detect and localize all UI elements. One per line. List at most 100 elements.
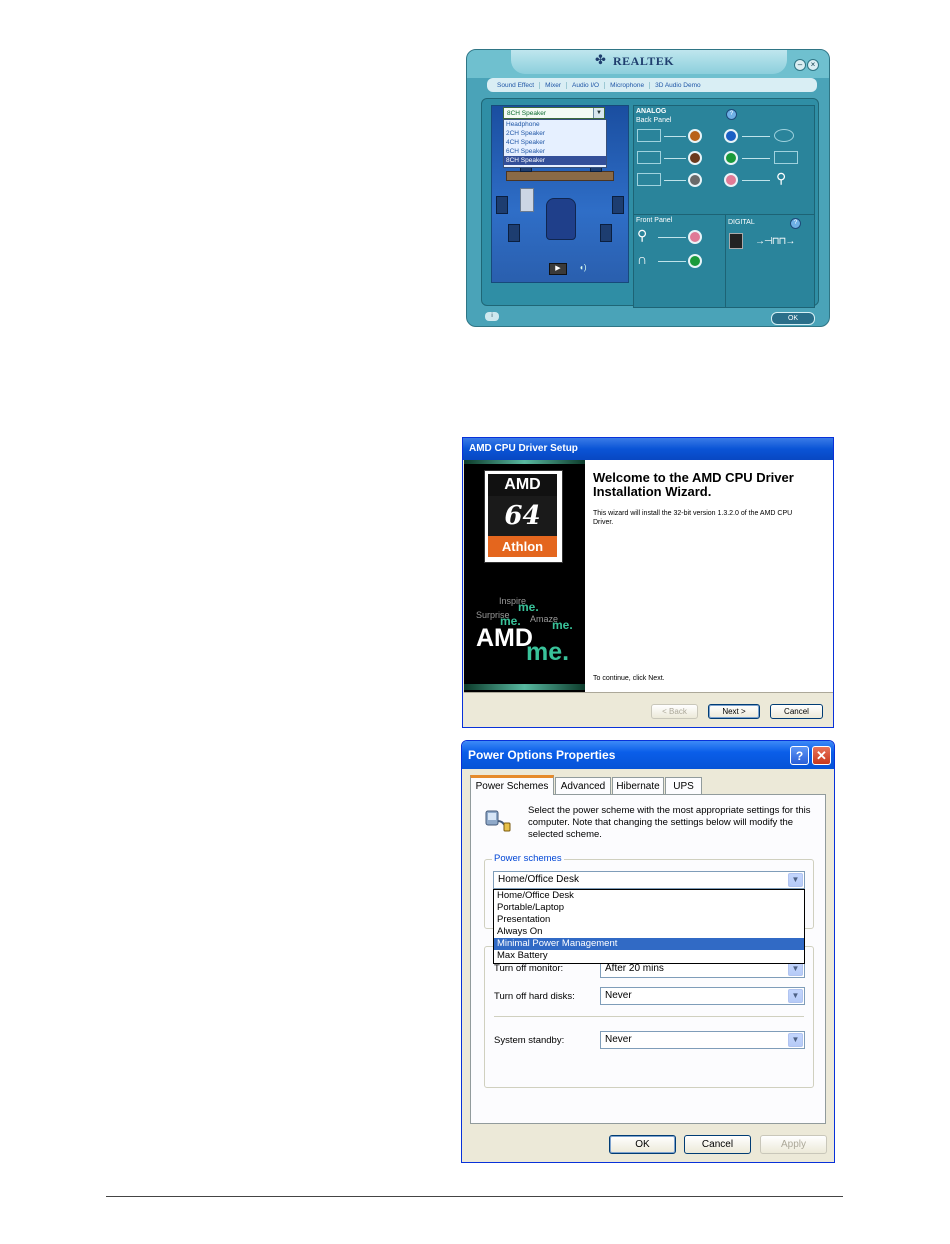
help-icon[interactable]: ?	[790, 218, 801, 229]
jack-front-pink[interactable]	[688, 230, 702, 244]
digital-signal-icon: →⊣⊓⊓→	[755, 236, 795, 247]
title-bar: Power Options Properties	[462, 741, 834, 769]
tab-audio-io[interactable]: Audio I/O	[567, 81, 606, 89]
tagline-big-me: me.	[526, 638, 570, 666]
jack-green[interactable]	[724, 151, 738, 165]
speaker-option[interactable]: Headphone	[504, 120, 606, 129]
help-icon[interactable]: ?	[726, 109, 737, 120]
connector-line	[664, 180, 686, 181]
front-panel-label: Front Panel	[636, 217, 673, 224]
wizard-heading: Welcome to the AMD CPU Driver Installati…	[593, 470, 794, 499]
amd-driver-setup-window: AMD CPU Driver Setup AMD 64 Athlon Inspi…	[462, 437, 834, 728]
power-schemes-label: Power schemes	[492, 853, 564, 864]
headphone-icon: ∩	[637, 251, 648, 267]
scheme-option[interactable]: Portable/Laptop	[494, 902, 804, 914]
connector-line	[658, 261, 686, 262]
system-standby-value: Never	[605, 1034, 632, 1045]
tab-mixer[interactable]: Mixer	[540, 81, 567, 89]
turn-off-hard-disks-value: Never	[605, 990, 632, 1001]
realtek-crab-icon: ✤	[595, 52, 606, 67]
tab-sound-effect[interactable]: Sound Effect	[492, 81, 541, 89]
next-button[interactable]: Next >	[708, 704, 760, 719]
info-icon[interactable]: i	[485, 312, 499, 321]
divider	[464, 692, 833, 693]
play-icon[interactable]: ▶	[549, 263, 567, 275]
chair-illustration	[546, 198, 576, 240]
back-button[interactable]: < Back	[651, 704, 698, 719]
connector-line	[658, 237, 686, 238]
connector-line	[664, 136, 686, 137]
tab-hibernate[interactable]: Hibernate	[612, 777, 664, 794]
help-icon[interactable]: ?	[790, 746, 809, 765]
window-title: AMD CPU Driver Setup	[469, 443, 578, 454]
close-icon[interactable]: ×	[807, 59, 819, 71]
title-bar: AMD CPU Driver Setup	[463, 438, 833, 460]
amd-athlon64-logo: AMD 64 Athlon	[484, 470, 563, 563]
turn-off-monitor-value: After 20 mins	[605, 963, 664, 974]
speaker-option[interactable]: 4CH Speaker	[504, 138, 606, 147]
speaker-option[interactable]: 6CH Speaker	[504, 147, 606, 156]
speaker-option-selected[interactable]: 8CH Speaker	[504, 156, 606, 165]
connector-line	[742, 136, 770, 137]
desk-illustration	[506, 171, 614, 181]
system-standby-label: System standby:	[494, 1035, 565, 1046]
digital-panel: DIGITAL ?	[725, 214, 815, 308]
scheme-option-highlighted[interactable]: Minimal Power Management	[494, 938, 804, 950]
logo-model: 64	[488, 496, 557, 536]
volume-icon[interactable]: ◖)	[579, 263, 587, 272]
speaker-device-icon	[774, 151, 798, 164]
cancel-button[interactable]: Cancel	[770, 704, 823, 719]
chevron-down-icon[interactable]: ▼	[788, 1033, 803, 1047]
jack-pink[interactable]	[724, 173, 738, 187]
page-footer-rule	[106, 1196, 843, 1197]
jack-gray[interactable]	[688, 173, 702, 187]
speaker-option[interactable]: 2CH Speaker	[504, 129, 606, 138]
microphone-icon: ⚲	[776, 170, 787, 186]
front-panel: Front Panel ⚲ ∩	[633, 214, 727, 308]
jack-orange[interactable]	[688, 129, 702, 143]
chevron-down-icon[interactable]: ▼	[788, 962, 803, 976]
connector-line	[742, 180, 770, 181]
tagline-me: me.	[518, 600, 539, 614]
scheme-option[interactable]: Home/Office Desk	[494, 890, 804, 902]
ok-button[interactable]: OK	[609, 1135, 676, 1154]
close-icon[interactable]: ✕	[812, 746, 831, 765]
ok-button[interactable]: OK	[771, 312, 815, 325]
scheme-description: Select the power scheme with the most ap…	[528, 805, 811, 840]
wizard-description: This wizard will install the 32-bit vers…	[593, 510, 793, 526]
power-options-window: Power Options Properties ? ✕ Advanced Hi…	[461, 740, 835, 1163]
analog-label: ANALOG	[636, 108, 667, 115]
chevron-down-icon[interactable]: ▼	[788, 873, 803, 887]
logo-name: Athlon	[488, 536, 557, 557]
power-plug-icon	[485, 810, 511, 832]
turn-off-hard-disks-select[interactable]: Never ▼	[600, 987, 805, 1005]
realtek-audio-manager-window: ✤ REALTEK – × Sound Effect Mixer Audio I/…	[466, 49, 830, 327]
speaker-config-select[interactable]: 8CH Speaker ▼	[503, 107, 605, 119]
power-scheme-select[interactable]: Home/Office Desk ▼	[493, 871, 805, 889]
chevron-down-icon[interactable]: ▼	[593, 108, 604, 118]
scheme-option[interactable]: Always On	[494, 926, 804, 938]
system-standby-select[interactable]: Never ▼	[600, 1031, 805, 1049]
scheme-option[interactable]: Presentation	[494, 914, 804, 926]
jack-brown[interactable]	[688, 151, 702, 165]
speaker-device-icon	[637, 129, 661, 142]
banner-stripe	[464, 460, 585, 464]
speaker-icon	[496, 196, 508, 214]
banner-stripe	[464, 684, 585, 690]
jack-blue[interactable]	[724, 129, 738, 143]
speaker-config-options: Headphone 2CH Speaker 4CH Speaker 6CH Sp…	[503, 119, 607, 168]
tab-3d-audio-demo[interactable]: 3D Audio Demo	[650, 82, 706, 89]
tab-advanced[interactable]: Advanced	[555, 777, 611, 794]
jack-front-green[interactable]	[688, 254, 702, 268]
digital-label: DIGITAL	[728, 219, 755, 226]
apply-button[interactable]: Apply	[760, 1135, 827, 1154]
computer-tower-icon	[520, 188, 534, 212]
minimize-icon[interactable]: –	[794, 59, 806, 71]
tab-microphone[interactable]: Microphone	[605, 81, 651, 89]
tab-ups[interactable]: UPS	[665, 777, 702, 794]
chevron-down-icon[interactable]: ▼	[788, 989, 803, 1003]
cancel-button[interactable]: Cancel	[684, 1135, 751, 1154]
tab-power-schemes[interactable]: Power Schemes	[470, 775, 554, 795]
scheme-option[interactable]: Max Battery	[494, 950, 804, 962]
wizard-continue-hint: To continue, click Next.	[593, 675, 665, 682]
